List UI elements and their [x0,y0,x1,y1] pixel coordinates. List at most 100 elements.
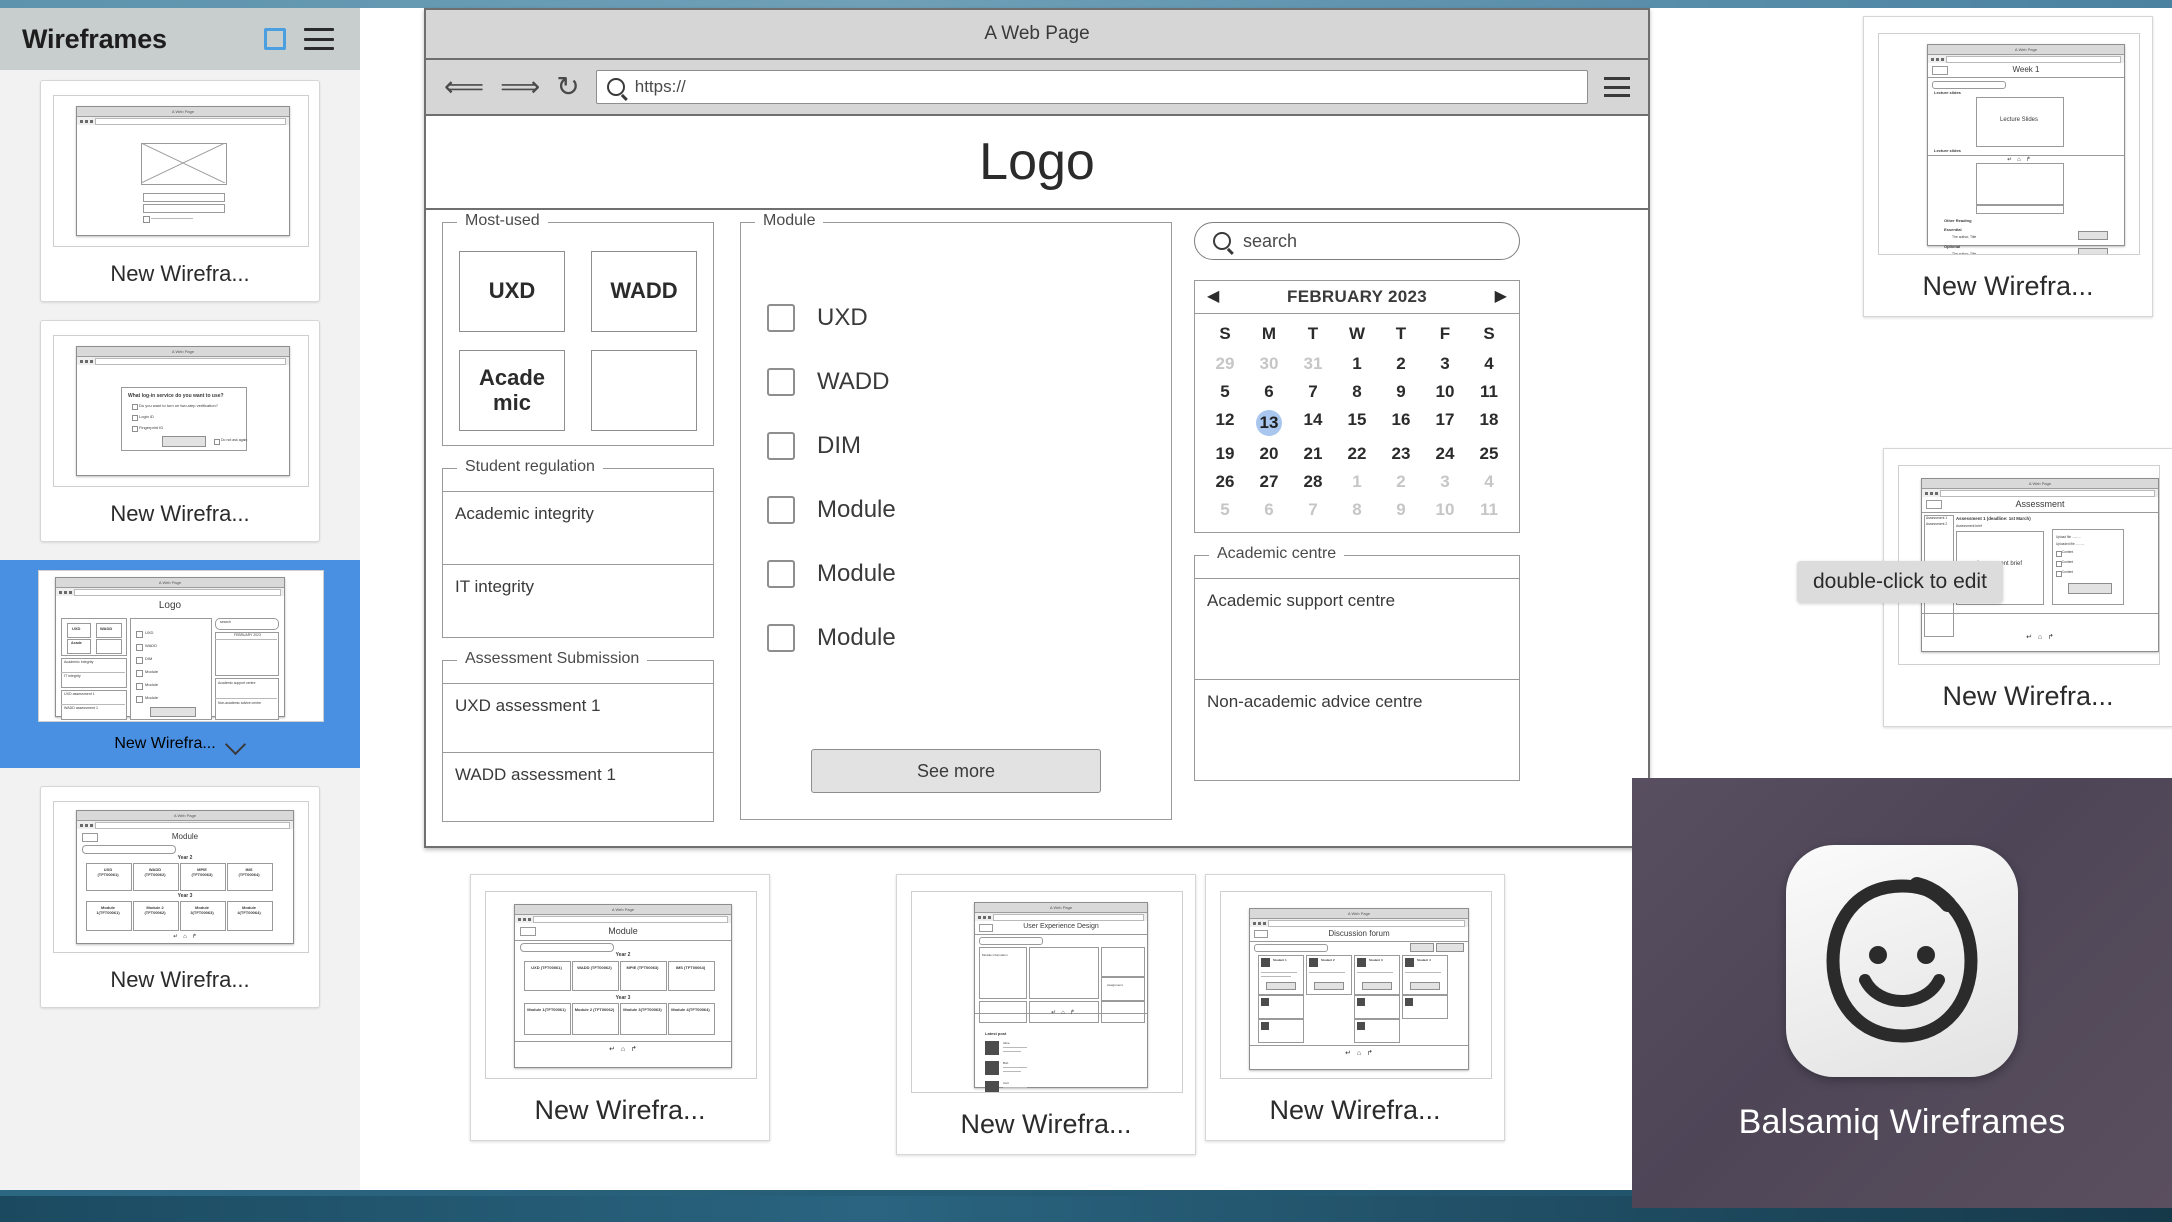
calendar-day[interactable]: 1 [1335,468,1379,496]
mini-browser-window: A Web Page Logo UXD WADD Acade Academic … [55,577,285,720]
calendar-day[interactable]: 12 [1203,406,1247,440]
list-item[interactable]: WADD [767,359,1151,405]
calendar-day[interactable]: 6 [1247,378,1291,406]
most-used-cell-uxd[interactable]: UXD [459,251,565,332]
canvas-thumbnail-forum[interactable]: A Web Page Discussion forum Student 1 St… [1205,874,1505,1141]
checkbox-icon[interactable] [767,624,795,652]
canvas-thumbnail-uxd[interactable]: A Web Page User Experience Design Module… [896,874,1196,1155]
mini-body: What log-in service do you want to use? … [77,365,289,475]
calendar-day[interactable]: 18 [1467,406,1511,440]
calendar-day[interactable]: 4 [1467,350,1511,378]
wireframe-thumbnail-list[interactable]: A Web Page New Wirefra... A Web Page Wha… [0,70,360,1190]
calendar-day[interactable]: 31 [1291,350,1335,378]
calendar-day[interactable]: 27 [1247,468,1291,496]
calendar-day[interactable]: 10 [1423,378,1467,406]
calendar-day[interactable]: 6 [1247,496,1291,524]
calendar-day[interactable]: 11 [1467,378,1511,406]
list-item[interactable]: IT integrity [443,565,713,638]
most-used-cell-empty[interactable] [591,350,697,431]
thumbnail-label: New Wirefra... [1922,271,2094,301]
calendar-day[interactable]: 3 [1423,468,1467,496]
calendar-day[interactable]: 2 [1379,350,1423,378]
hamburger-icon[interactable] [1604,77,1630,97]
list-item[interactable]: UXD assessment 1 [443,684,713,753]
thumbnail-label: New Wirefra... [1942,681,2114,711]
calendar-day[interactable]: 7 [1291,378,1335,406]
calendar-day[interactable]: 16 [1379,406,1423,440]
checkbox-icon[interactable] [767,304,795,332]
square-icon[interactable] [264,28,286,50]
calendar-day[interactable]: 17 [1423,406,1467,440]
reload-icon[interactable]: ↻ [556,73,579,101]
most-used-cell-academic[interactable]: Acade mic [459,350,565,431]
calendar-day[interactable]: 30 [1247,350,1291,378]
calendar-day[interactable]: 3 [1423,350,1467,378]
mini-year2-cell: UXD (TFT00061) [531,965,562,970]
calendar-dow: M [1261,324,1277,343]
academic-centre-rows: Academic support centre Non-academic adv… [1195,578,1519,780]
chevron-down-icon[interactable] [226,734,246,754]
calendar-widget[interactable]: ◀ FEBRUARY 2023 ▶ S M T W T F S 29 30 31… [1194,280,1520,533]
sidebar-item-wireframe-3-selected[interactable]: A Web Page Logo UXD WADD Acade Academic … [0,560,360,768]
mini-body: Module Year 2 UXD (TFT00061) WADD (TFT0006… [77,829,293,943]
list-item[interactable]: Academic support centre [1195,579,1519,680]
calendar-day[interactable]: 28 [1291,468,1335,496]
arrow-left-icon[interactable]: ⟸ [444,73,484,101]
calendar-day[interactable]: 4 [1467,468,1511,496]
calendar-day[interactable]: 11 [1467,496,1511,524]
canvas-thumbnail-week1[interactable]: A Web Page Week 1 Lecture slides Lecture… [1863,16,2153,317]
sidebar-item-wireframe-4[interactable]: A Web Page Module Year 2 UXD(TFT00061) [40,786,320,1008]
calendar-day[interactable]: 1 [1335,350,1379,378]
checkbox-icon[interactable] [767,432,795,460]
calendar-day[interactable]: 9 [1379,378,1423,406]
list-item[interactable]: WADD assessment 1 [443,753,713,822]
most-used-cell-wadd[interactable]: WADD [591,251,697,332]
canvas-thumbnail-module[interactable]: A Web Page Module Year 2 UXD (TFT00061) [470,874,770,1141]
list-item[interactable]: Academic integrity [443,492,713,565]
calendar-day[interactable]: 8 [1335,496,1379,524]
calendar-day[interactable]: 10 [1423,496,1467,524]
calendar-day[interactable]: 8 [1335,378,1379,406]
calendar-day[interactable]: 23 [1379,440,1423,468]
calendar-day[interactable]: 21 [1291,440,1335,468]
arrow-right-icon[interactable]: ⟹ [500,73,540,101]
calendar-day[interactable]: 5 [1203,496,1247,524]
calendar-day[interactable]: 9 [1379,496,1423,524]
mini-browser-window: A Web Page User Experience Design Module… [974,902,1148,1092]
hamburger-icon[interactable] [304,28,334,50]
browser-mockup[interactable]: A Web Page ⟸ ⟹ ↻ https:// Logo Most-used… [424,8,1650,848]
list-item[interactable]: Non-academic advice centre [1195,680,1519,781]
triangle-right-icon[interactable]: ▶ [1495,289,1507,305]
calendar-day[interactable]: 29 [1203,350,1247,378]
list-item[interactable]: Module [767,551,1151,597]
calendar-day[interactable]: 15 [1335,406,1379,440]
app-switcher-overlay[interactable]: Balsamiq Wireframes [1632,778,2172,1208]
calendar-day[interactable]: 26 [1203,468,1247,496]
mini-body: Week 1 Lecture slides Lecture Slides Lec… [1928,63,2124,254]
calendar-day[interactable]: 25 [1467,440,1511,468]
calendar-day[interactable]: 20 [1247,440,1291,468]
right-column: search ◀ FEBRUARY 2023 ▶ S M T W T F S 2… [1194,222,1520,832]
see-more-button[interactable]: See more [811,749,1101,793]
url-input[interactable]: https:// [595,70,1588,104]
calendar-day[interactable]: 24 [1423,440,1467,468]
checkbox-icon[interactable] [767,496,795,524]
sidebar-item-wireframe-1[interactable]: A Web Page New Wirefra... [40,80,320,302]
calendar-day-selected[interactable]: 13 [1247,406,1291,440]
calendar-day[interactable]: 5 [1203,378,1247,406]
calendar-day[interactable]: 2 [1379,468,1423,496]
calendar-day[interactable]: 7 [1291,496,1335,524]
list-item[interactable]: Module [767,487,1151,533]
triangle-left-icon[interactable]: ◀ [1207,289,1219,305]
list-item[interactable]: DIM [767,423,1151,469]
calendar-day[interactable]: 19 [1203,440,1247,468]
sidebar-item-selected-frame: A Web Page Logo UXD WADD Acade Academic … [38,570,324,758]
list-item[interactable]: UXD [767,295,1151,341]
list-item[interactable]: Module [767,615,1151,661]
checkbox-icon[interactable] [767,368,795,396]
checkbox-icon[interactable] [767,560,795,588]
calendar-day[interactable]: 14 [1291,406,1335,440]
search-input[interactable]: search [1194,222,1520,260]
calendar-day[interactable]: 22 [1335,440,1379,468]
sidebar-item-wireframe-2[interactable]: A Web Page What log-in service do you wa… [40,320,320,542]
